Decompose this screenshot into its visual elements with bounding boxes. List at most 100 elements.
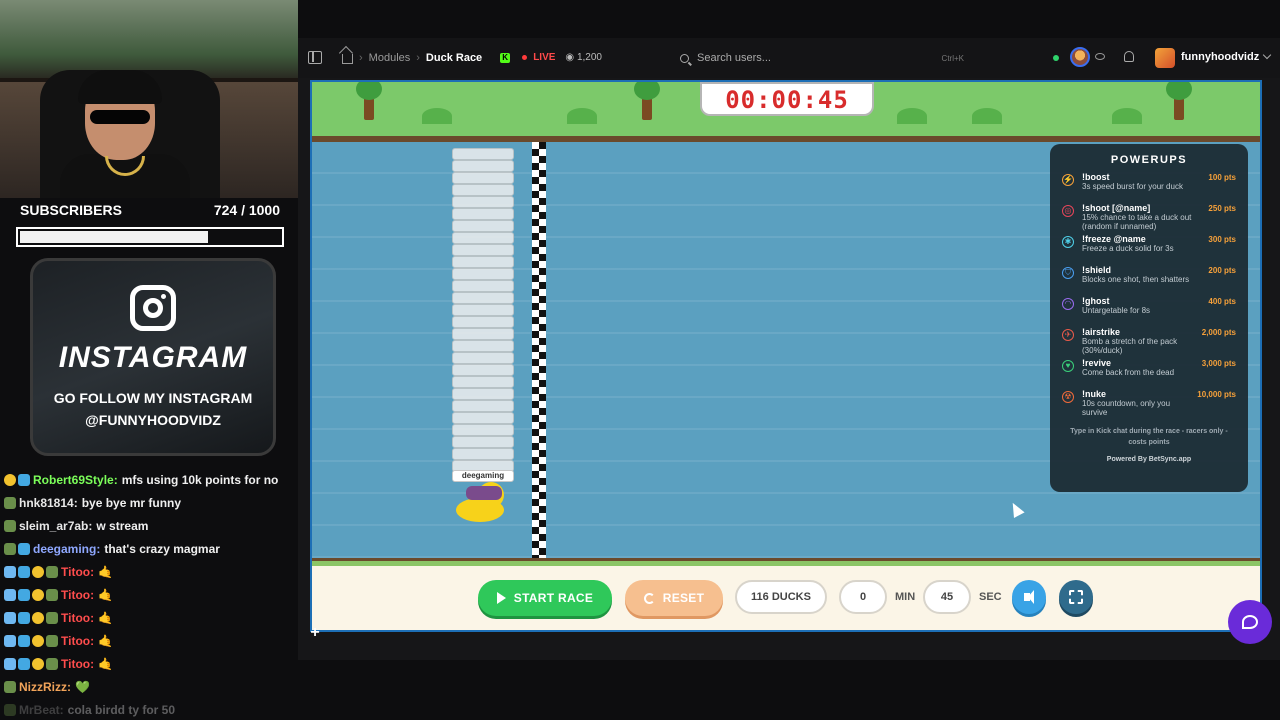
badge-icon [4,657,16,670]
sidebar-toggle-icon[interactable] [308,51,322,64]
sound-toggle-button[interactable] [1012,580,1046,614]
badge-icon [18,634,30,647]
powerup-text: !airstrike Bomb a stretch of the pack (30… [1082,327,1198,355]
eye-icon[interactable] [1095,53,1105,60]
chat-username[interactable]: Robert69Style: [33,473,118,487]
chat-badges [4,542,30,555]
webcam-feed [0,0,298,198]
duck-name-tag [452,244,514,256]
chat-username[interactable]: deegaming: [33,542,100,556]
powerup-text: !nuke 10s countdown, only you survive [1082,389,1193,417]
search-users[interactable]: Search users... Ctrl+K [680,49,964,67]
start-race-button[interactable]: START RACE [478,580,612,616]
duck-name-tag [452,316,514,328]
powerup-command: !shoot [@name] [1082,203,1151,213]
badge-icon [32,611,44,624]
viewer-count: ◉ 1,200 [565,52,602,63]
badge-icon [32,588,44,601]
powerup-row: ⚡ !boost 3s speed burst for your duck 100 p… [1062,172,1236,203]
home-icon[interactable] [342,54,353,64]
heart-icon: ♥ [1062,360,1074,372]
badge-icon [18,565,30,578]
powerup-text: !shield Blocks one shot, then shatters [1082,265,1204,284]
chat-username[interactable]: Titoo: [61,565,94,579]
chat-username[interactable]: NizzRizz: [19,680,71,694]
powerup-description: Untargetable for 8s [1082,306,1151,315]
powerup-description: 10s countdown, only you survive [1082,399,1171,417]
duck-name-tag [452,400,514,412]
snowflake-icon: ✱ [1062,236,1074,248]
badge-icon [4,703,16,716]
crumb-modules[interactable]: Modules [369,52,411,64]
powerup-text: !shoot [@name] 15% chance to take a duck … [1082,203,1204,231]
powered-by: Powered By BetSync.app [1106,456,1192,463]
chat-text: 🤙 [98,633,114,648]
badge-icon [46,588,58,601]
seconds-input[interactable]: 45 [923,580,971,614]
badge-icon [4,473,16,486]
powerup-command: !airstrike [1082,327,1121,337]
chat-text: 🤙 [98,656,114,671]
chat-message: Titoo: 🤙 [0,629,298,652]
chat-text: bye bye mr funny [81,495,182,510]
chat-badges [4,703,16,716]
chat-username[interactable]: Titoo: [61,634,94,648]
chat-username[interactable]: sleim_ar7ab: [19,519,92,533]
duck-name-tag [452,424,514,436]
duck-name-tag [452,184,514,196]
powerup-description: Bomb a stretch of the pack (30%/duck) [1082,337,1178,355]
fullscreen-button[interactable] [1059,580,1093,614]
badge-icon [4,611,16,624]
chat-text: 🤙 [98,587,114,602]
powerup-description: 3s speed burst for your duck [1082,182,1183,191]
start-line [532,142,546,558]
powerup-description: 15% chance to take a duck out (random if… [1082,213,1192,231]
reset-button[interactable]: RESET [625,580,723,616]
chat-username[interactable]: MrBeat: [19,703,64,717]
powerup-command: !shield [1082,265,1112,275]
shield-icon: ⛉ [1062,267,1074,279]
instagram-icon [130,285,176,331]
stream-chat: Robert69Style: mfs using 10k points for n… [0,468,298,720]
badge-icon [18,611,30,624]
chat-username[interactable]: Titoo: [61,657,94,671]
start-race-label: START RACE [513,591,594,605]
duck-name-tag [452,376,514,388]
powerup-cost: 400 pts [1208,297,1236,306]
duck-name-tag [452,196,514,208]
powerup-description: Freeze a duck solid for 3s [1082,244,1174,253]
badge-icon [4,496,16,509]
powerup-row: ☢ !nuke 10s countdown, only you survive 10,… [1062,389,1236,420]
chat-message: deegaming: that's crazy magmar [0,537,298,560]
powerup-cost: 250 pts [1208,204,1236,213]
add-button[interactable]: + [304,622,326,646]
chat-fab-button[interactable] [1228,600,1272,644]
duck-name-tag [452,412,514,424]
live-label: LIVE [533,52,556,63]
chevron-down-icon[interactable] [1262,50,1272,60]
duck-pack: deegaming [446,142,518,532]
minutes-input[interactable]: 0 [839,580,887,614]
chat-badges [4,680,16,693]
instagram-card: INSTAGRAM GO FOLLOW MY INSTAGRAM @FUNNYH… [30,258,276,456]
bell-icon[interactable] [1124,51,1134,62]
kick-avatar[interactable] [1070,47,1090,67]
breadcrumb: › Modules › Duck Race K LIVE ◉ 1,200 [342,51,602,64]
powerup-text: !revive Come back from the dead [1082,358,1198,377]
powerup-text: !freeze @name Freeze a duck solid for 3s [1082,234,1204,253]
user-avatar[interactable] [1155,48,1175,68]
chat-username[interactable]: hnk81814: [19,496,78,510]
search-placeholder: Search users... [697,52,771,64]
powerup-cost: 300 pts [1208,235,1236,244]
badge-icon [4,565,16,578]
badge-icon [18,657,30,670]
chat-username[interactable]: Titoo: [61,588,94,602]
subs-progress-bar [16,227,284,247]
user-name[interactable]: funnyhoodvidz [1181,51,1259,63]
chat-text: 💚 [75,679,90,694]
chat-username[interactable]: Titoo: [61,611,94,625]
duck-name-tag [452,304,514,316]
duck-count-button[interactable]: 116 DUCKS [735,580,827,614]
badge-icon [46,634,58,647]
top-bar: › Modules › Duck Race K LIVE ◉ 1,200 Sea… [298,38,1280,78]
